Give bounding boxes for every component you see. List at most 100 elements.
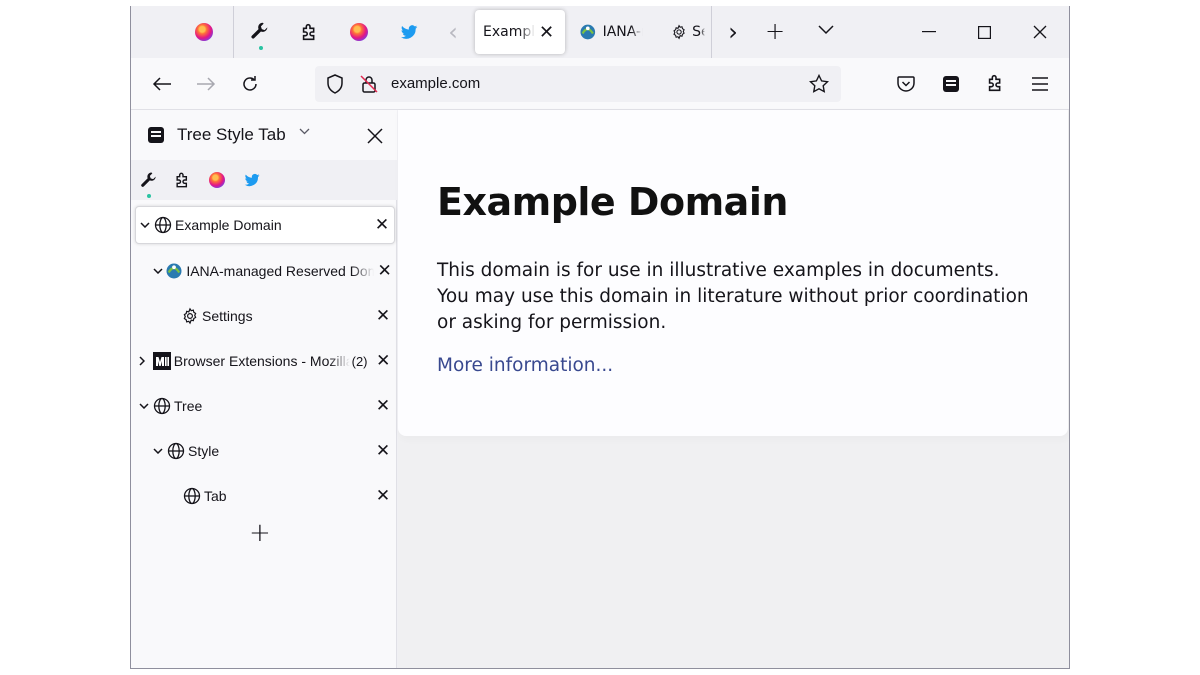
tab-iana[interactable]: IANA-managed Reserved Domains	[571, 10, 651, 54]
bookmark-star-button[interactable]	[807, 73, 831, 95]
twisty-toggle[interactable]	[153, 268, 163, 274]
twisty-toggle[interactable]	[140, 222, 152, 228]
tree-tab-label: IANA-managed Reserved Domains	[186, 263, 374, 279]
app-menu-button[interactable]	[1027, 72, 1053, 96]
tree-tab-browser-extensions[interactable]: Browser Extensions - Mozilla (2) ✕	[135, 342, 395, 380]
hamburger-menu-icon	[1032, 77, 1048, 91]
tree-tab-close-button[interactable]: ✕	[370, 215, 394, 235]
pinned-tab-twitter[interactable]	[399, 22, 419, 42]
tree-style-tab-icon	[148, 127, 164, 143]
attention-dot	[259, 46, 263, 50]
minimize-icon	[922, 31, 936, 33]
favicon	[153, 397, 171, 415]
tabs-scroll-left-button[interactable]: ‹	[443, 18, 463, 46]
tree-tab-iana[interactable]: IANA-managed Reserved Domains ✕	[135, 252, 395, 290]
favicon	[183, 487, 201, 505]
firefox-logo-icon	[209, 172, 225, 188]
reload-button[interactable]	[237, 72, 263, 96]
new-tab-button[interactable]: +	[763, 16, 787, 46]
tree-tab-style[interactable]: Style ✕	[135, 432, 395, 470]
arrow-left-icon	[152, 77, 171, 91]
chevron-down-icon	[818, 25, 834, 35]
twitter-bird-icon	[401, 25, 418, 39]
sidebar-title[interactable]: Tree Style Tab	[177, 125, 286, 145]
globe-icon	[167, 442, 185, 460]
descendant-count-badge: (2)	[351, 353, 368, 369]
tree-tab-close-button[interactable]: ✕	[374, 261, 395, 281]
close-icon	[1033, 25, 1047, 39]
tree-tab-close-button[interactable]: ✕	[371, 486, 395, 506]
tree-tab-settings[interactable]: Settings ✕	[135, 297, 395, 335]
pinned-tab-devtools[interactable]	[249, 20, 271, 42]
url-text[interactable]: example.com	[391, 75, 480, 92]
mozilla-logo-icon	[152, 352, 171, 370]
iana-logo-icon	[580, 24, 596, 40]
tree-tab-example-domain[interactable]: Example Domain ✕	[135, 206, 395, 244]
tab-label: IANA-managed Reserved Domains	[602, 24, 643, 40]
tab-settings[interactable]: Settings	[663, 10, 713, 54]
favicon	[167, 442, 185, 460]
tree-tab-close-button[interactable]: ✕	[371, 306, 395, 326]
pinned-tab-devtools[interactable]	[139, 170, 159, 190]
sidebar-close-button[interactable]	[365, 126, 385, 146]
sidebar-switcher-icon-wrap[interactable]	[147, 126, 165, 144]
tree-style-tab-sidebar: Tree Style Tab Example Domain ✕ IANA-man…	[131, 110, 397, 668]
twisty-toggle[interactable]	[153, 448, 165, 454]
url-bar[interactable]: example.com	[315, 66, 841, 102]
more-information-link[interactable]: More information...	[437, 355, 613, 376]
sidebar-new-tab-button[interactable]: +	[249, 518, 271, 548]
sidebar-switcher-chevron[interactable]	[299, 128, 310, 135]
tab-label: Settings	[692, 24, 705, 40]
tree-tab-close-button[interactable]: ✕	[371, 441, 395, 461]
back-button[interactable]	[149, 72, 175, 96]
tracking-protection-button[interactable]	[323, 73, 347, 95]
tree-tab-label: Example Domain	[175, 217, 282, 233]
close-icon	[367, 128, 383, 144]
forward-button[interactable]	[193, 72, 219, 96]
tab-close-button[interactable]: ✕	[539, 22, 554, 43]
tree-tab-label: Settings	[202, 308, 253, 324]
tree-tab-tree[interactable]: Tree ✕	[135, 387, 395, 425]
pinned-tab-extensions[interactable]	[299, 21, 321, 43]
globe-icon	[153, 397, 171, 415]
site-info-button[interactable]	[357, 73, 381, 95]
chevron-right-icon	[139, 356, 145, 366]
favicon	[154, 216, 172, 234]
tab-example-domain[interactable]: Example Domain ✕	[475, 10, 565, 54]
tree-tab-close-button[interactable]: ✕	[371, 396, 395, 416]
minimize-button[interactable]	[917, 20, 941, 44]
tree-tab-label: Tab	[204, 488, 227, 504]
arrow-right-icon	[197, 77, 216, 91]
gear-icon	[183, 307, 197, 325]
twisty-toggle[interactable]	[139, 403, 151, 409]
sidebar-toggle-button[interactable]	[938, 72, 964, 96]
tab-separator	[711, 6, 712, 58]
twisty-toggle[interactable]	[139, 356, 151, 366]
tree-tab-tab[interactable]: Tab ✕	[135, 477, 395, 515]
pinned-tab-firefox-2[interactable]	[350, 23, 368, 41]
tabs-scroll-right-button[interactable]: ›	[723, 18, 743, 46]
chevron-down-icon	[299, 128, 310, 135]
page-content-area: Example Domain This domain is for use in…	[398, 110, 1069, 668]
page-card: Example Domain This domain is for use in…	[398, 110, 1068, 436]
chevron-down-icon	[153, 268, 163, 274]
pinned-tab-firefox[interactable]	[209, 172, 225, 188]
page-description: This domain is for use in illustrative e…	[437, 260, 1029, 333]
window-close-button[interactable]	[1028, 20, 1052, 44]
gear-icon	[673, 24, 685, 40]
puzzle-icon	[302, 23, 315, 41]
wrench-icon	[141, 172, 156, 187]
maximize-icon	[977, 25, 991, 39]
shield-icon	[327, 74, 343, 94]
chevron-down-icon	[153, 448, 163, 454]
puzzle-icon	[988, 74, 1001, 92]
list-all-tabs-button[interactable]	[815, 18, 837, 42]
pinned-tab-extensions[interactable]	[173, 170, 193, 190]
pinned-tab-firefox[interactable]	[195, 23, 213, 41]
pinned-tab-twitter[interactable]	[243, 171, 261, 189]
sidebar-header: Tree Style Tab	[131, 110, 397, 160]
tree-tab-close-button[interactable]: ✕	[372, 351, 395, 371]
extensions-button[interactable]	[983, 71, 1009, 95]
pocket-button[interactable]	[893, 72, 919, 96]
maximize-button[interactable]	[972, 20, 996, 44]
